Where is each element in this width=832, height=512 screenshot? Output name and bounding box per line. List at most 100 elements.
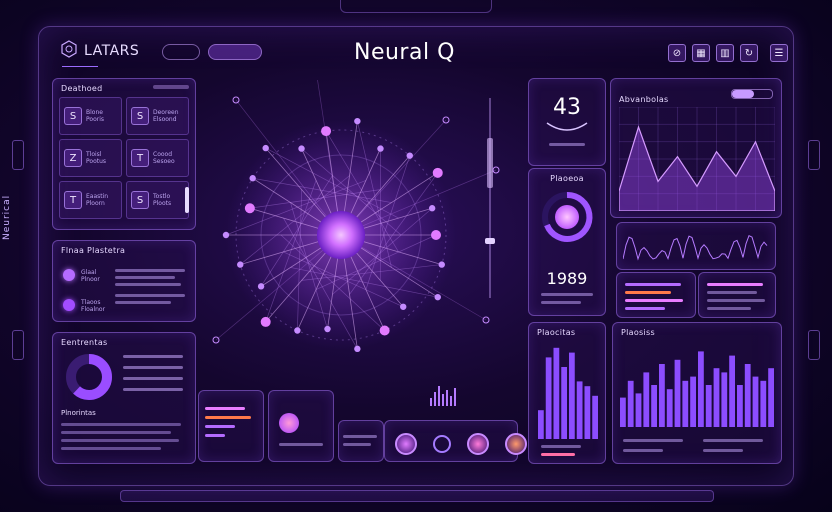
bar-mark: [545, 357, 552, 439]
bar-mark: [538, 410, 544, 439]
panel-title: Flnaa Plastetra: [61, 246, 126, 255]
tile-text: Coood: [153, 151, 173, 158]
network-node: [257, 283, 265, 290]
orb-button[interactable]: [467, 433, 489, 455]
panel-title: Plaocitas: [537, 328, 576, 337]
tile-text: Ploots: [153, 200, 172, 207]
area-chart-panel: Abvanbolas: [610, 78, 782, 218]
signal-bar: [446, 390, 448, 406]
tile-item[interactable]: S Tostlo Ploots: [126, 181, 189, 219]
network-node: [237, 261, 244, 268]
tile-glyph-icon: S: [64, 107, 82, 125]
progress-panel-left: [616, 272, 696, 318]
tile-item[interactable]: S Deoreen Elsoond: [126, 97, 189, 135]
row-sub: Floalnor: [81, 306, 106, 313]
tile-glyph-icon: T: [64, 191, 82, 209]
page-title: Neural Q: [354, 40, 455, 65]
bar-mark: [705, 385, 712, 427]
bar-mark: [643, 372, 650, 427]
bar-mark: [760, 380, 767, 427]
control-orbs-panel: [384, 420, 527, 462]
orb-button[interactable]: [505, 433, 527, 455]
bar-mark: [744, 364, 751, 427]
refresh-icon[interactable]: ↻: [740, 44, 758, 62]
network-node: [431, 230, 441, 240]
bar-mark: [674, 359, 681, 427]
bar-mark: [561, 367, 567, 439]
network-node: [400, 303, 407, 310]
left-top-panel: Deathoed S Blone Pooris S Deoreen Elsoond Z Tlo…: [52, 78, 196, 230]
signal-bar: [442, 394, 444, 406]
panel-title: Deathoed: [61, 84, 103, 93]
metric-panel: 43: [528, 78, 606, 166]
bar-mark: [635, 393, 642, 427]
header-pill-2[interactable]: [208, 44, 262, 60]
metric-value: 1989: [546, 269, 588, 288]
control-orbs: [395, 433, 527, 455]
gauge-panel: Plaoeoa 1989: [528, 168, 606, 316]
bar-mark: [553, 347, 560, 439]
core-node: [317, 211, 365, 259]
row-label: Tlaoos: [81, 299, 101, 306]
bar-mark: [576, 381, 583, 439]
orb-button[interactable]: [395, 433, 417, 455]
tile-glyph-icon: S: [131, 107, 149, 125]
wave-panel: [616, 222, 776, 270]
subtitle: Plnorintas: [61, 409, 96, 417]
signal-bar: [434, 392, 436, 406]
left-bottom-panel: Eentrentas Plnorintas: [52, 332, 196, 464]
signal-bar: [454, 388, 456, 406]
bar-chart-right: [620, 351, 774, 427]
panel-chip: [153, 85, 189, 89]
tile-item[interactable]: Z Tloisl Pootus: [59, 139, 122, 177]
network-node: [434, 293, 441, 301]
panel-title: Eentrentas: [61, 338, 108, 347]
bar-mark: [768, 368, 774, 427]
text-lines: [115, 269, 187, 304]
side-label: Neurical: [2, 194, 12, 240]
tile-item[interactable]: T Coood Sesoeo: [126, 139, 189, 177]
signal-bar: [438, 386, 440, 406]
header-icons: ⊘ ▦ ▥ ↻ ☰: [668, 44, 788, 62]
wave-line: [623, 235, 768, 261]
right-rail-notch: [808, 330, 820, 360]
network-node: [354, 345, 361, 353]
compass-icon[interactable]: ⊘: [668, 44, 686, 62]
mini-bars: [205, 407, 251, 437]
tile-text: Tloisl: [86, 151, 102, 158]
tile-item[interactable]: T Eaastin Ploorn: [59, 181, 122, 219]
network-node: [298, 145, 305, 152]
status-dot: [63, 269, 75, 281]
bar-mark: [659, 364, 665, 427]
top-edge-notch: [340, 0, 492, 13]
area-chart: [619, 107, 775, 211]
chart-icon[interactable]: ▥: [716, 44, 734, 62]
bar-chart-left: [538, 347, 598, 439]
orb-button[interactable]: [433, 435, 451, 453]
left-mid-panel: Flnaa Plastetra Glaal Plnoor Tlaoos Floaln…: [52, 240, 196, 322]
vertical-slider[interactable]: [485, 98, 495, 298]
bar-mark: [592, 395, 598, 439]
toggle-switch[interactable]: [731, 89, 773, 99]
network-node: [222, 231, 230, 239]
tile-glyph-icon: Z: [64, 149, 82, 167]
network-node: [262, 144, 269, 152]
tile-item[interactable]: S Blone Pooris: [59, 97, 122, 135]
bars-right-panel: Plaosiss: [612, 322, 782, 464]
grid-icon[interactable]: ▦: [692, 44, 710, 62]
metric-value: 43: [553, 95, 581, 120]
network-node: [260, 316, 271, 327]
menu-icon[interactable]: ☰: [770, 44, 788, 62]
bar-mark: [729, 355, 735, 427]
tile-text: Elsoond: [153, 116, 177, 123]
legend-bars: [123, 353, 187, 391]
panel-title: Abvanbolas: [619, 95, 669, 104]
network-node: [377, 145, 384, 152]
scroll-handle[interactable]: [185, 187, 189, 213]
signal-bar: [430, 398, 432, 406]
header-pill-1[interactable]: [162, 44, 200, 60]
hex-logo-icon: [60, 40, 78, 62]
waveform: [623, 235, 768, 261]
brand-logo[interactable]: LATARS: [60, 40, 139, 62]
network-node: [294, 327, 301, 334]
